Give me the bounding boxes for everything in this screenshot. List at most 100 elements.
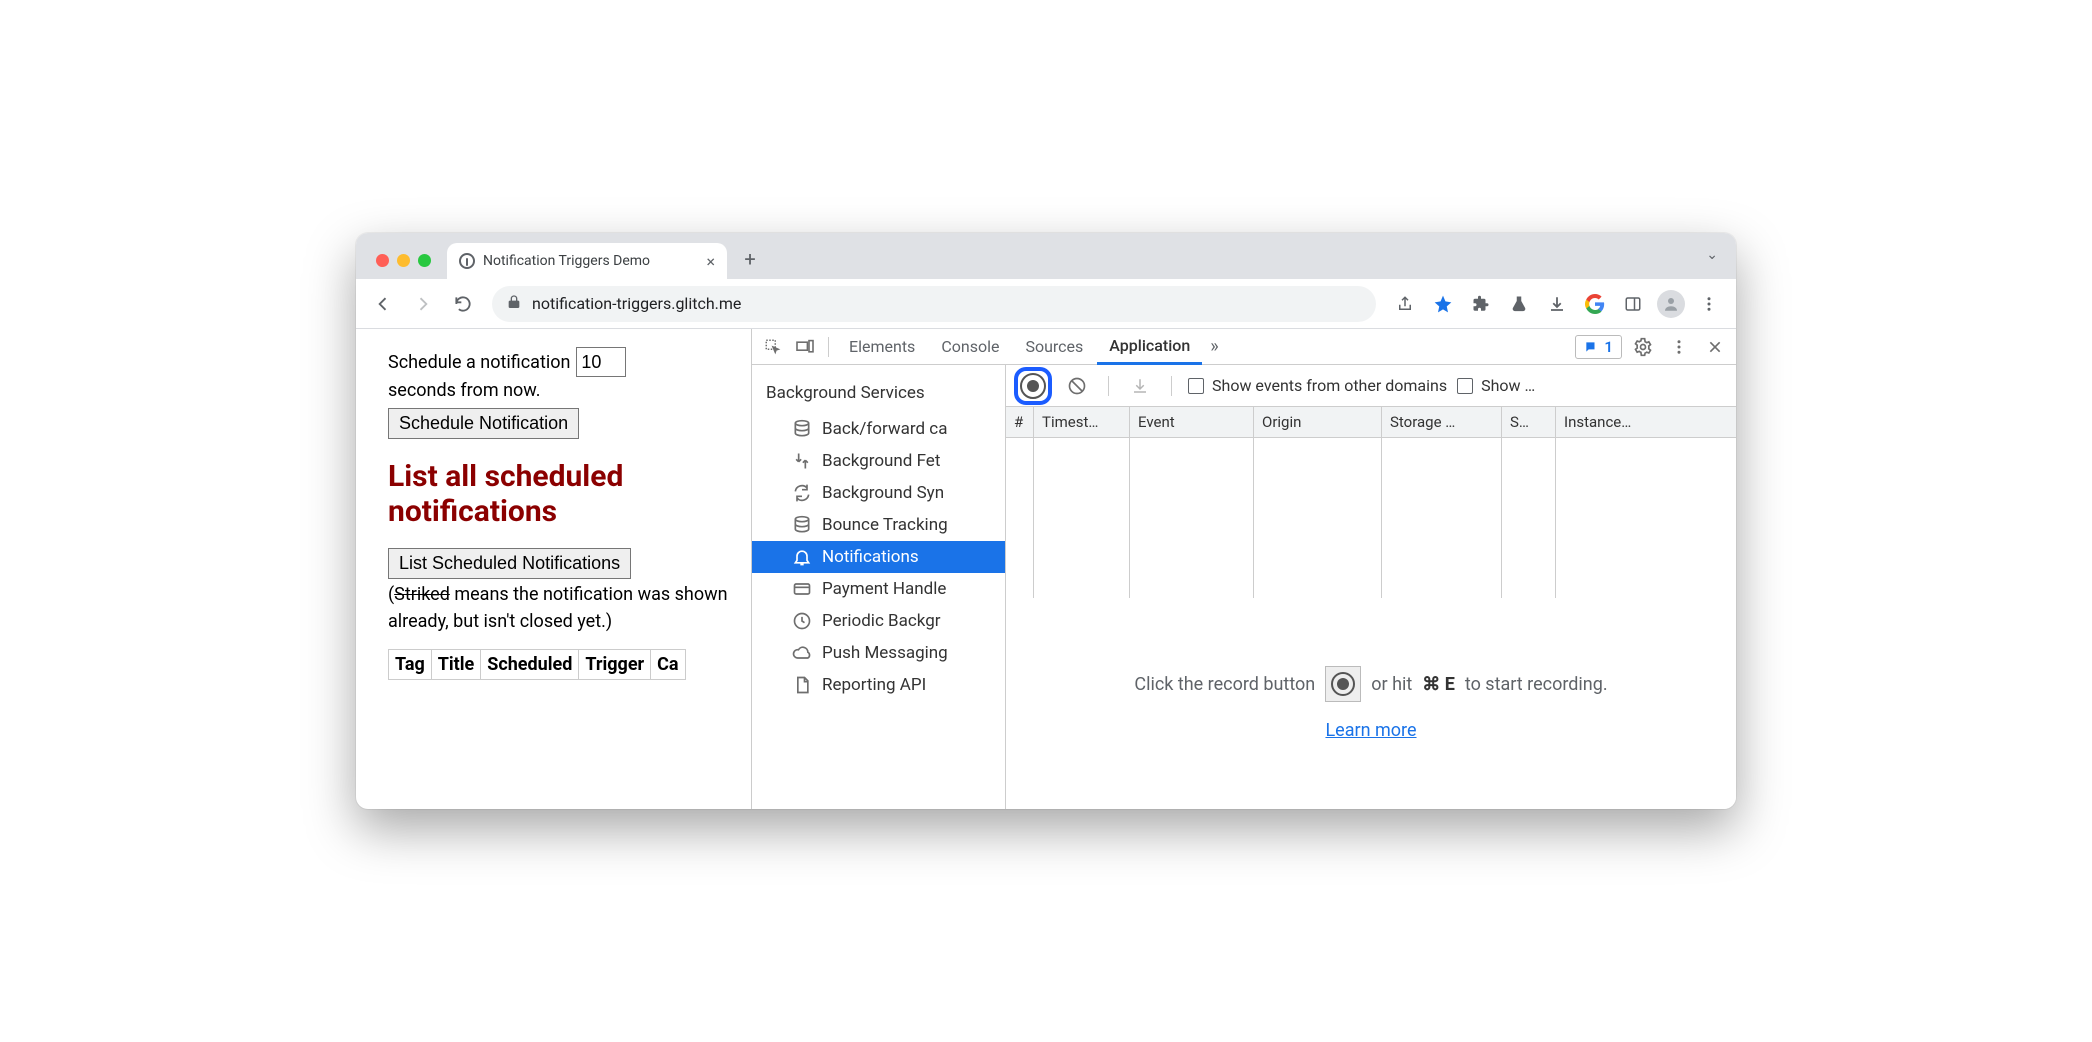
devtools-tabbar: Elements Console Sources Application » 1 [752,329,1736,365]
col-timestamp[interactable]: Timest… [1034,407,1130,437]
col-title: Title [431,649,481,680]
back-button[interactable] [366,287,400,321]
clear-button[interactable] [1062,371,1092,401]
sidebar-item-bounce-tracking[interactable]: Bounce Tracking [752,509,1005,541]
card-icon [792,579,812,599]
inspect-element-icon[interactable] [758,332,788,362]
notifications-table-header: Tag Title Scheduled Trigger Ca [388,649,741,680]
sidebar-item-label: Push Messaging [822,643,948,663]
kebab-menu-icon[interactable] [1664,332,1694,362]
issues-count: 1 [1604,338,1613,356]
profile-button[interactable] [1654,287,1688,321]
share-icon[interactable] [1388,287,1422,321]
checkbox-label: Show events from other domains [1212,376,1447,395]
sidebar-item-payment-handler[interactable]: Payment Handle [752,573,1005,605]
device-toolbar-icon[interactable] [790,332,820,362]
show-other-domains-checkbox[interactable]: Show events from other domains [1188,376,1447,395]
browser-toolbar: notification-triggers.glitch.me [356,279,1736,329]
tabs-menu-button[interactable]: ⌄ [1706,247,1718,263]
tab-application[interactable]: Application [1097,329,1202,365]
events-table-header: # Timest… Event Origin Storage … S… Inst… [1006,407,1736,438]
menu-button[interactable] [1692,287,1726,321]
col-cancel: Ca [650,649,685,680]
tab-strip: Notification Triggers Demo × + ⌄ [356,233,1736,279]
schedule-notification-button[interactable]: Schedule Notification [388,408,579,439]
issues-button[interactable]: 1 [1575,335,1622,359]
sidebar-item-back-forward-cache[interactable]: Back/forward ca [752,413,1005,445]
col-event[interactable]: Event [1130,407,1254,437]
settings-icon[interactable] [1628,332,1658,362]
traffic-lights [376,254,431,267]
sidebar-item-push-messaging[interactable]: Push Messaging [752,637,1005,669]
col-storage[interactable]: Storage … [1382,407,1502,437]
list-scheduled-button[interactable]: List Scheduled Notifications [388,548,631,579]
close-window-button[interactable] [376,254,389,267]
sidebar-item-label: Periodic Backgr [822,611,941,631]
maximize-window-button[interactable] [418,254,431,267]
tab-console[interactable]: Console [929,329,1011,365]
col-instance[interactable]: Instance… [1556,407,1736,437]
page-content: Schedule a notification seconds from now… [356,329,751,809]
close-tab-button[interactable]: × [706,252,715,271]
extensions-icon[interactable] [1464,287,1498,321]
show-other-checkbox[interactable]: Show … [1457,376,1535,395]
sidebar-item-notifications[interactable]: Notifications [752,541,1005,573]
sidebar-item-label: Reporting API [822,675,926,695]
hint-text-pre: Click the record button [1134,674,1315,695]
forward-button[interactable] [406,287,440,321]
close-devtools-icon[interactable] [1700,332,1730,362]
sidebar-item-label: Background Fet [822,451,940,471]
content-area: Schedule a notification seconds from now… [356,329,1736,809]
toolbar-right-icons [1388,287,1726,321]
sidebar-item-periodic-background[interactable]: Periodic Backgr [752,605,1005,637]
document-icon [792,675,812,695]
tab-elements[interactable]: Elements [837,329,927,365]
bookmark-star-icon[interactable] [1426,287,1460,321]
avatar-icon [1657,290,1685,318]
sidebar-item-label: Payment Handle [822,579,946,599]
tab-title: Notification Triggers Demo [483,253,650,269]
notifications-toolbar: Show events from other domains Show … [1006,365,1736,407]
hint-text-mid: or hit [1371,674,1412,695]
sidebar-heading: Background Services [752,377,1005,413]
labs-icon[interactable] [1502,287,1536,321]
browser-tab[interactable]: Notification Triggers Demo × [447,243,727,279]
col-index[interactable]: # [1006,407,1034,437]
more-tabs-button[interactable]: » [1204,336,1224,357]
col-origin[interactable]: Origin [1254,407,1382,437]
sidebar-item-background-fetch[interactable]: Background Fet [752,445,1005,477]
tab-sources[interactable]: Sources [1013,329,1095,365]
url-text: notification-triggers.glitch.me [532,294,741,313]
recording-hint: Click the record button or hit ⌘ E to st… [1006,598,1736,809]
sidebar-item-reporting-api[interactable]: Reporting API [752,669,1005,701]
sidebar-item-label: Notifications [822,547,919,567]
record-button-highlight [1014,367,1052,405]
fetch-icon [792,451,812,471]
clock-icon [792,611,812,631]
address-bar[interactable]: notification-triggers.glitch.me [492,286,1376,322]
schedule-text-post: seconds from now. [388,377,540,404]
col-s[interactable]: S… [1502,407,1556,437]
sync-icon [792,483,812,503]
sidebar-item-background-sync[interactable]: Background Syn [752,477,1005,509]
seconds-input[interactable] [576,347,626,377]
side-panel-icon[interactable] [1616,287,1650,321]
hint-text-post: to start recording. [1465,674,1608,695]
google-icon[interactable] [1578,287,1612,321]
checkbox-label: Show … [1481,376,1535,395]
striked-word: Striked [394,584,450,605]
minimize-window-button[interactable] [397,254,410,267]
sidebar-item-label: Back/forward ca [822,419,947,439]
browser-window: Notification Triggers Demo × + ⌄ notific… [356,233,1736,809]
record-button[interactable] [1020,373,1046,399]
new-tab-button[interactable]: + [735,247,765,271]
reload-button[interactable] [446,287,480,321]
sidebar-item-label: Bounce Tracking [822,515,948,535]
database-icon [792,419,812,439]
hint-shortcut: ⌘ E [1422,674,1455,695]
learn-more-link[interactable]: Learn more [1325,720,1416,741]
downloads-icon[interactable] [1540,287,1574,321]
list-heading: List all scheduled notifications [388,459,741,530]
save-icon[interactable] [1125,371,1155,401]
cloud-icon [792,643,812,663]
